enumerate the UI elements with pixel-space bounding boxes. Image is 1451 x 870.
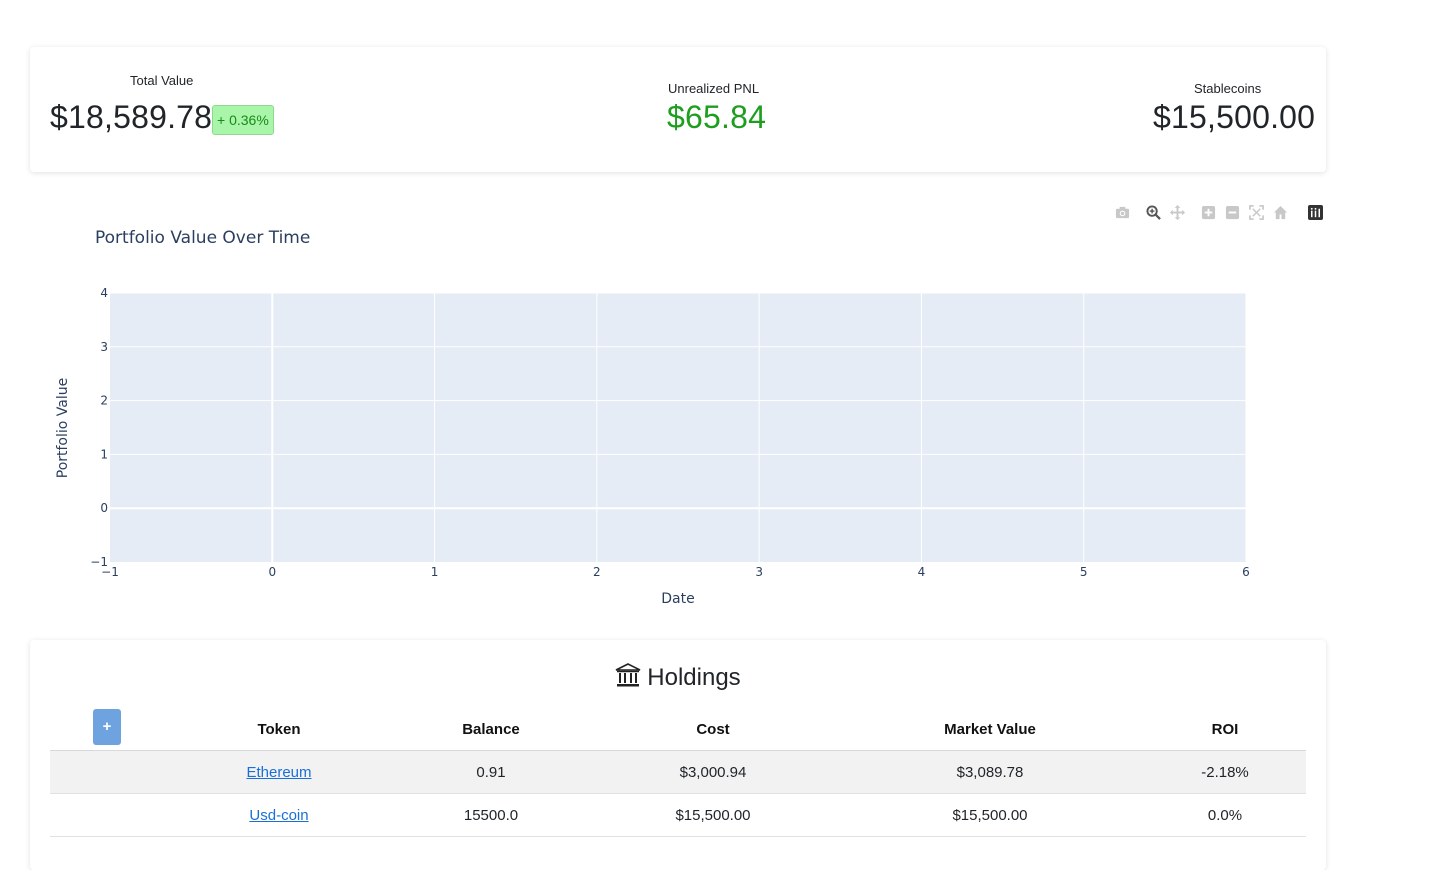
- y-tick-label: 4: [100, 286, 108, 300]
- total-change-badge: + 0.36%: [212, 105, 274, 135]
- x-tick-label: 1: [431, 565, 439, 579]
- table-row: Usd-coin 15500.0 $15,500.00 $15,500.00 0…: [50, 793, 1306, 837]
- cost-cell: $3,000.94: [590, 750, 836, 794]
- total-value-label: Total Value: [130, 73, 194, 88]
- table-cell: [50, 750, 166, 794]
- x-tick-label: 0: [268, 565, 276, 579]
- add-holding-button[interactable]: +: [93, 709, 121, 745]
- total-value: $18,589.78: [50, 99, 213, 135]
- roi-cell: 0.0%: [1144, 793, 1306, 837]
- plot-background: [110, 293, 1246, 562]
- roi-cell: -2.18%: [1144, 750, 1306, 794]
- portfolio-chart: Portfolio Value Over Time −1 0 1 2 3 4 5 6 −1 0 1 2…: [30, 190, 1326, 620]
- chart-title: Portfolio Value Over Time: [95, 228, 310, 248]
- x-tick-label: 5: [1080, 565, 1088, 579]
- stablecoins-value: $15,500.00: [1153, 99, 1316, 135]
- balance-cell: 0.91: [392, 750, 590, 794]
- y-tick-label: 2: [100, 394, 108, 408]
- pnl-label: Unrealized PNL: [668, 81, 760, 96]
- y-tick-label: 3: [100, 340, 108, 354]
- summary-card: Total Value $18,589.78 + 0.36% Unrealize…: [30, 47, 1326, 172]
- chart-svg: Portfolio Value Over Time −1 0 1 2 3 4 5 6−1012…: [55, 228, 1250, 607]
- y-tick-label: 1: [100, 447, 108, 461]
- x-tick-label: 4: [918, 565, 926, 579]
- column-header-balance: Balance: [392, 708, 590, 751]
- y-axis-label: Portfolio Value: [55, 378, 71, 479]
- holdings-title: Holdings: [647, 664, 741, 691]
- pnl-value: $65.84: [667, 99, 767, 135]
- x-tick-label: 6: [1242, 565, 1250, 579]
- table-row: Ethereum 0.91 $3,000.94 $3,089.78 -2.18%: [50, 750, 1306, 794]
- stablecoins-label: Stablecoins: [1194, 81, 1262, 96]
- y-tick-label: 0: [100, 501, 108, 515]
- column-header-cost: Cost: [590, 708, 836, 751]
- table-cell: [50, 793, 166, 837]
- table-cell: Ethereum: [166, 750, 392, 794]
- market-value-cell: $3,089.78: [836, 750, 1144, 794]
- holdings-table: Token Balance Cost Market Value ROI Ethe…: [50, 708, 1306, 837]
- column-header-token: Token: [166, 708, 392, 751]
- table-cell: Usd-coin: [166, 793, 392, 837]
- cost-cell: $15,500.00: [590, 793, 836, 837]
- bank-icon: [615, 662, 641, 695]
- column-header-roi: ROI: [1144, 708, 1306, 751]
- column-header-market-value: Market Value: [836, 708, 1144, 751]
- market-value-cell: $15,500.00: [836, 793, 1144, 837]
- holdings-header: Holdings: [30, 662, 1326, 695]
- x-axis-label: Date: [661, 591, 694, 607]
- balance-cell: 15500.0: [392, 793, 590, 837]
- x-tick-label: 2: [593, 565, 601, 579]
- y-tick-label: −1: [90, 555, 108, 569]
- x-tick-label: 3: [755, 565, 763, 579]
- token-link-ethereum[interactable]: Ethereum: [246, 764, 311, 781]
- holdings-card: Holdings Token Balance Cost Market Value…: [30, 640, 1326, 870]
- token-link-usd-coin[interactable]: Usd-coin: [249, 807, 308, 824]
- table-header-row: Token Balance Cost Market Value ROI: [50, 708, 1306, 751]
